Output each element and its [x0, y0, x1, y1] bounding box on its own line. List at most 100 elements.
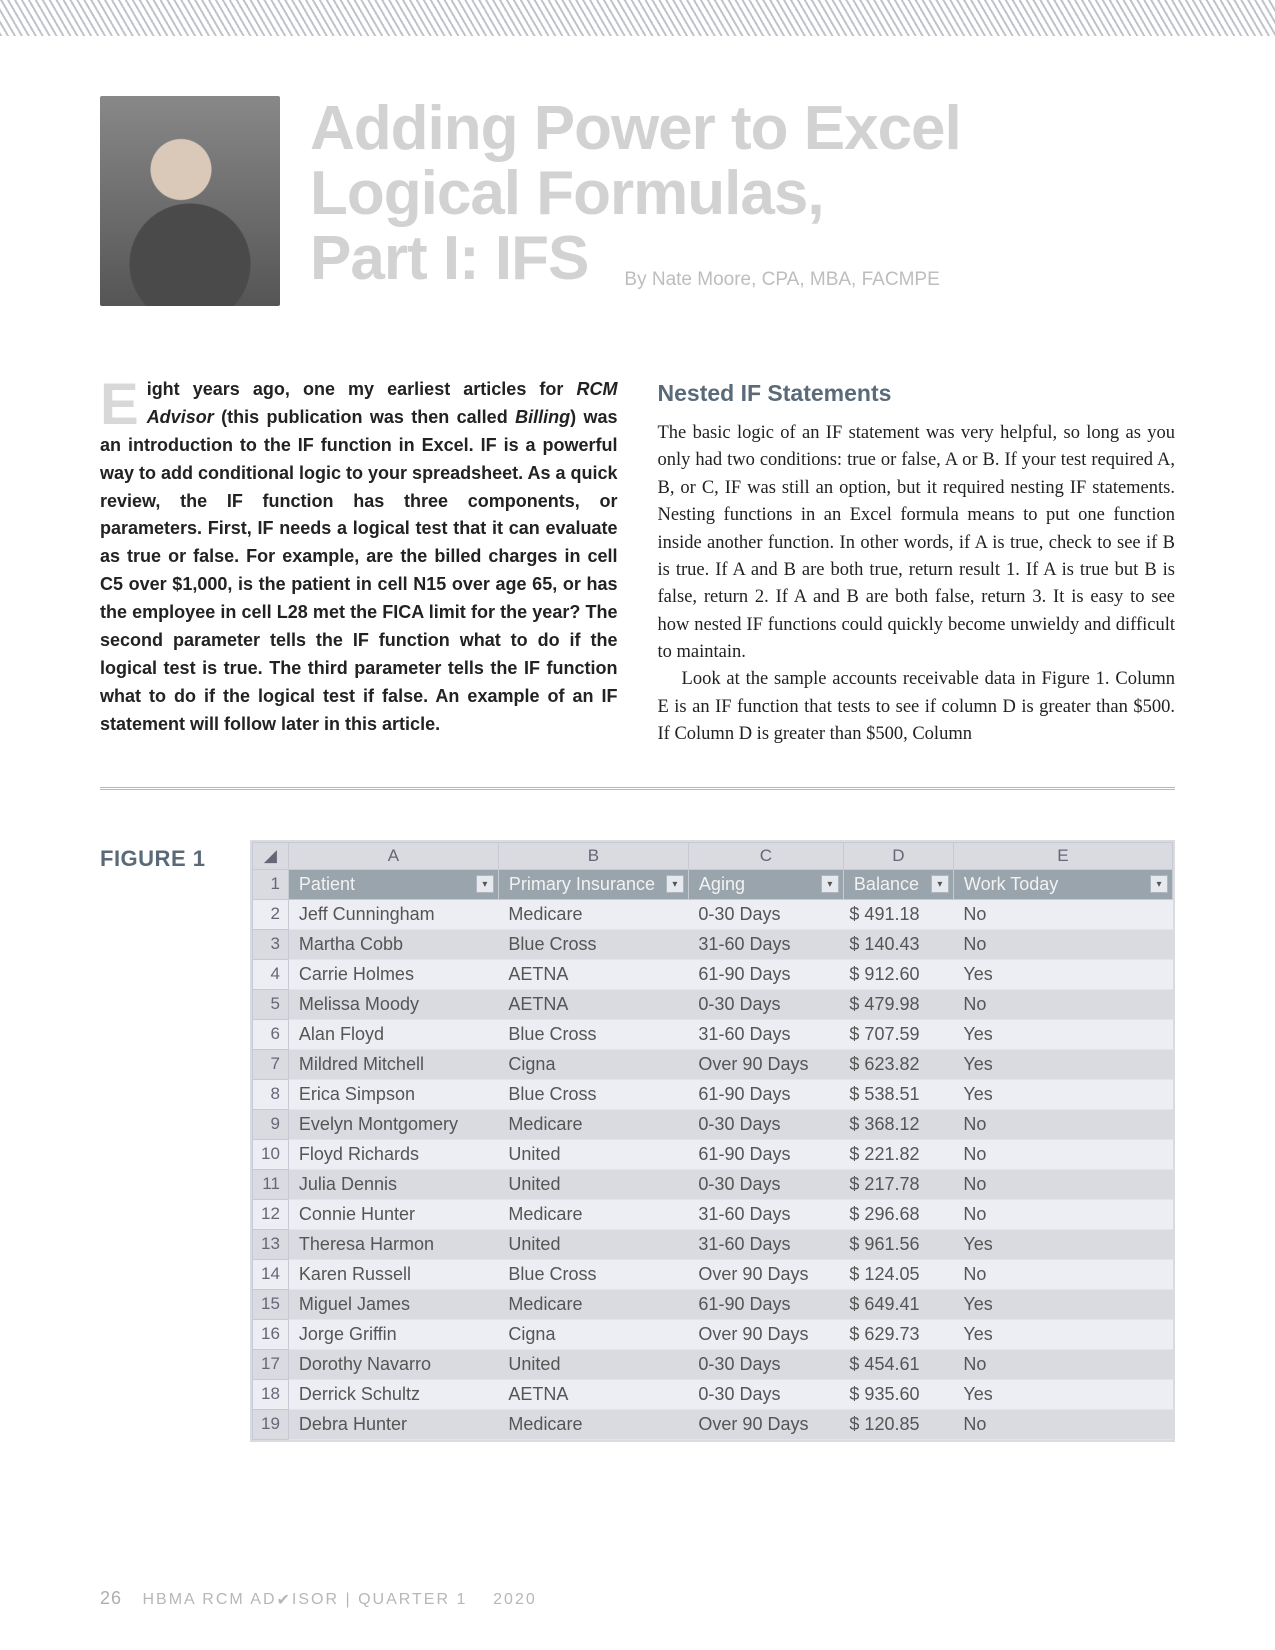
cell-aging[interactable]: Over 90 Days: [688, 1049, 843, 1079]
cell-insurance[interactable]: AETNA: [498, 1379, 688, 1409]
cell-work-today[interactable]: Yes: [953, 1379, 1172, 1409]
rownum[interactable]: 16: [253, 1319, 289, 1349]
cell-patient[interactable]: Karen Russell: [288, 1259, 498, 1289]
rownum[interactable]: 18: [253, 1379, 289, 1409]
cell-balance[interactable]: $ 120.85: [843, 1409, 953, 1439]
cell-work-today[interactable]: No: [953, 989, 1172, 1019]
cell-patient[interactable]: Evelyn Montgomery: [288, 1109, 498, 1139]
cell-balance[interactable]: $ 538.51: [843, 1079, 953, 1109]
cell-aging[interactable]: 31-60 Days: [688, 1019, 843, 1049]
cell-aging[interactable]: 31-60 Days: [688, 1199, 843, 1229]
cell-insurance[interactable]: Cigna: [498, 1319, 688, 1349]
cell-aging[interactable]: 0-30 Days: [688, 1379, 843, 1409]
rownum[interactable]: 12: [253, 1199, 289, 1229]
cell-aging[interactable]: 0-30 Days: [688, 1349, 843, 1379]
cell-insurance[interactable]: United: [498, 1349, 688, 1379]
cell-work-today[interactable]: Yes: [953, 1079, 1172, 1109]
rownum[interactable]: 7: [253, 1049, 289, 1079]
cell-patient[interactable]: Floyd Richards: [288, 1139, 498, 1169]
cell-insurance[interactable]: Blue Cross: [498, 929, 688, 959]
filter-btn-aging[interactable]: ▾: [821, 875, 839, 893]
rownum-1[interactable]: 1: [253, 869, 289, 899]
cell-work-today[interactable]: No: [953, 1409, 1172, 1439]
cell-aging[interactable]: 0-30 Days: [688, 899, 843, 929]
filter-btn-work-today[interactable]: ▾: [1150, 875, 1168, 893]
cell-insurance[interactable]: Medicare: [498, 899, 688, 929]
col-letter-C[interactable]: C: [688, 842, 843, 869]
filter-btn-balance[interactable]: ▾: [931, 875, 949, 893]
cell-aging[interactable]: Over 90 Days: [688, 1259, 843, 1289]
cell-patient[interactable]: Derrick Schultz: [288, 1379, 498, 1409]
cell-balance[interactable]: $ 649.41: [843, 1289, 953, 1319]
cell-work-today[interactable]: No: [953, 1139, 1172, 1169]
cell-balance[interactable]: $ 479.98: [843, 989, 953, 1019]
cell-patient[interactable]: Jeff Cunningham: [288, 899, 498, 929]
cell-patient[interactable]: Erica Simpson: [288, 1079, 498, 1109]
rownum[interactable]: 4: [253, 959, 289, 989]
cell-aging[interactable]: 0-30 Days: [688, 1109, 843, 1139]
cell-patient[interactable]: Dorothy Navarro: [288, 1349, 498, 1379]
rownum[interactable]: 17: [253, 1349, 289, 1379]
cell-balance[interactable]: $ 629.73: [843, 1319, 953, 1349]
rownum[interactable]: 5: [253, 989, 289, 1019]
cell-balance[interactable]: $ 707.59: [843, 1019, 953, 1049]
cell-balance[interactable]: $ 124.05: [843, 1259, 953, 1289]
cell-balance[interactable]: $ 217.78: [843, 1169, 953, 1199]
cell-work-today[interactable]: No: [953, 1109, 1172, 1139]
cell-work-today[interactable]: Yes: [953, 1319, 1172, 1349]
cell-aging[interactable]: 31-60 Days: [688, 929, 843, 959]
cell-insurance[interactable]: Medicare: [498, 1409, 688, 1439]
rownum[interactable]: 14: [253, 1259, 289, 1289]
cell-aging[interactable]: 61-90 Days: [688, 1289, 843, 1319]
cell-aging[interactable]: 31-60 Days: [688, 1229, 843, 1259]
col-letter-E[interactable]: E: [953, 842, 1172, 869]
rownum[interactable]: 11: [253, 1169, 289, 1199]
cell-insurance[interactable]: AETNA: [498, 959, 688, 989]
cell-work-today[interactable]: No: [953, 1259, 1172, 1289]
cell-work-today[interactable]: No: [953, 1169, 1172, 1199]
cell-insurance[interactable]: United: [498, 1229, 688, 1259]
cell-balance[interactable]: $ 935.60: [843, 1379, 953, 1409]
cell-insurance[interactable]: United: [498, 1139, 688, 1169]
cell-balance[interactable]: $ 491.18: [843, 899, 953, 929]
cell-work-today[interactable]: No: [953, 899, 1172, 929]
cell-aging[interactable]: 0-30 Days: [688, 1169, 843, 1199]
cell-work-today[interactable]: No: [953, 929, 1172, 959]
cell-work-today[interactable]: Yes: [953, 1229, 1172, 1259]
col-letter-D[interactable]: D: [843, 842, 953, 869]
cell-insurance[interactable]: United: [498, 1169, 688, 1199]
rownum[interactable]: 3: [253, 929, 289, 959]
cell-balance[interactable]: $ 961.56: [843, 1229, 953, 1259]
cell-patient[interactable]: Jorge Griffin: [288, 1319, 498, 1349]
filter-btn-patient[interactable]: ▾: [476, 875, 494, 893]
cell-balance[interactable]: $ 221.82: [843, 1139, 953, 1169]
cell-insurance[interactable]: AETNA: [498, 989, 688, 1019]
cell-patient[interactable]: Melissa Moody: [288, 989, 498, 1019]
col-letter-B[interactable]: B: [498, 842, 688, 869]
col-letter-A[interactable]: A: [288, 842, 498, 869]
cell-aging[interactable]: 0-30 Days: [688, 989, 843, 1019]
rownum[interactable]: 15: [253, 1289, 289, 1319]
cell-balance[interactable]: $ 296.68: [843, 1199, 953, 1229]
cell-insurance[interactable]: Blue Cross: [498, 1079, 688, 1109]
cell-aging[interactable]: 61-90 Days: [688, 1079, 843, 1109]
cell-balance[interactable]: $ 454.61: [843, 1349, 953, 1379]
rownum[interactable]: 19: [253, 1409, 289, 1439]
cell-patient[interactable]: Theresa Harmon: [288, 1229, 498, 1259]
cell-aging[interactable]: 61-90 Days: [688, 1139, 843, 1169]
cell-work-today[interactable]: Yes: [953, 959, 1172, 989]
cell-insurance[interactable]: Cigna: [498, 1049, 688, 1079]
cell-aging[interactable]: Over 90 Days: [688, 1319, 843, 1349]
cell-aging[interactable]: Over 90 Days: [688, 1409, 843, 1439]
cell-patient[interactable]: Alan Floyd: [288, 1019, 498, 1049]
cell-work-today[interactable]: No: [953, 1199, 1172, 1229]
cell-patient[interactable]: Connie Hunter: [288, 1199, 498, 1229]
cell-work-today[interactable]: No: [953, 1349, 1172, 1379]
select-all-corner[interactable]: ◢: [253, 842, 289, 869]
cell-insurance[interactable]: Medicare: [498, 1199, 688, 1229]
cell-insurance[interactable]: Medicare: [498, 1109, 688, 1139]
rownum[interactable]: 2: [253, 899, 289, 929]
cell-insurance[interactable]: Medicare: [498, 1289, 688, 1319]
cell-patient[interactable]: Miguel James: [288, 1289, 498, 1319]
cell-patient[interactable]: Julia Dennis: [288, 1169, 498, 1199]
